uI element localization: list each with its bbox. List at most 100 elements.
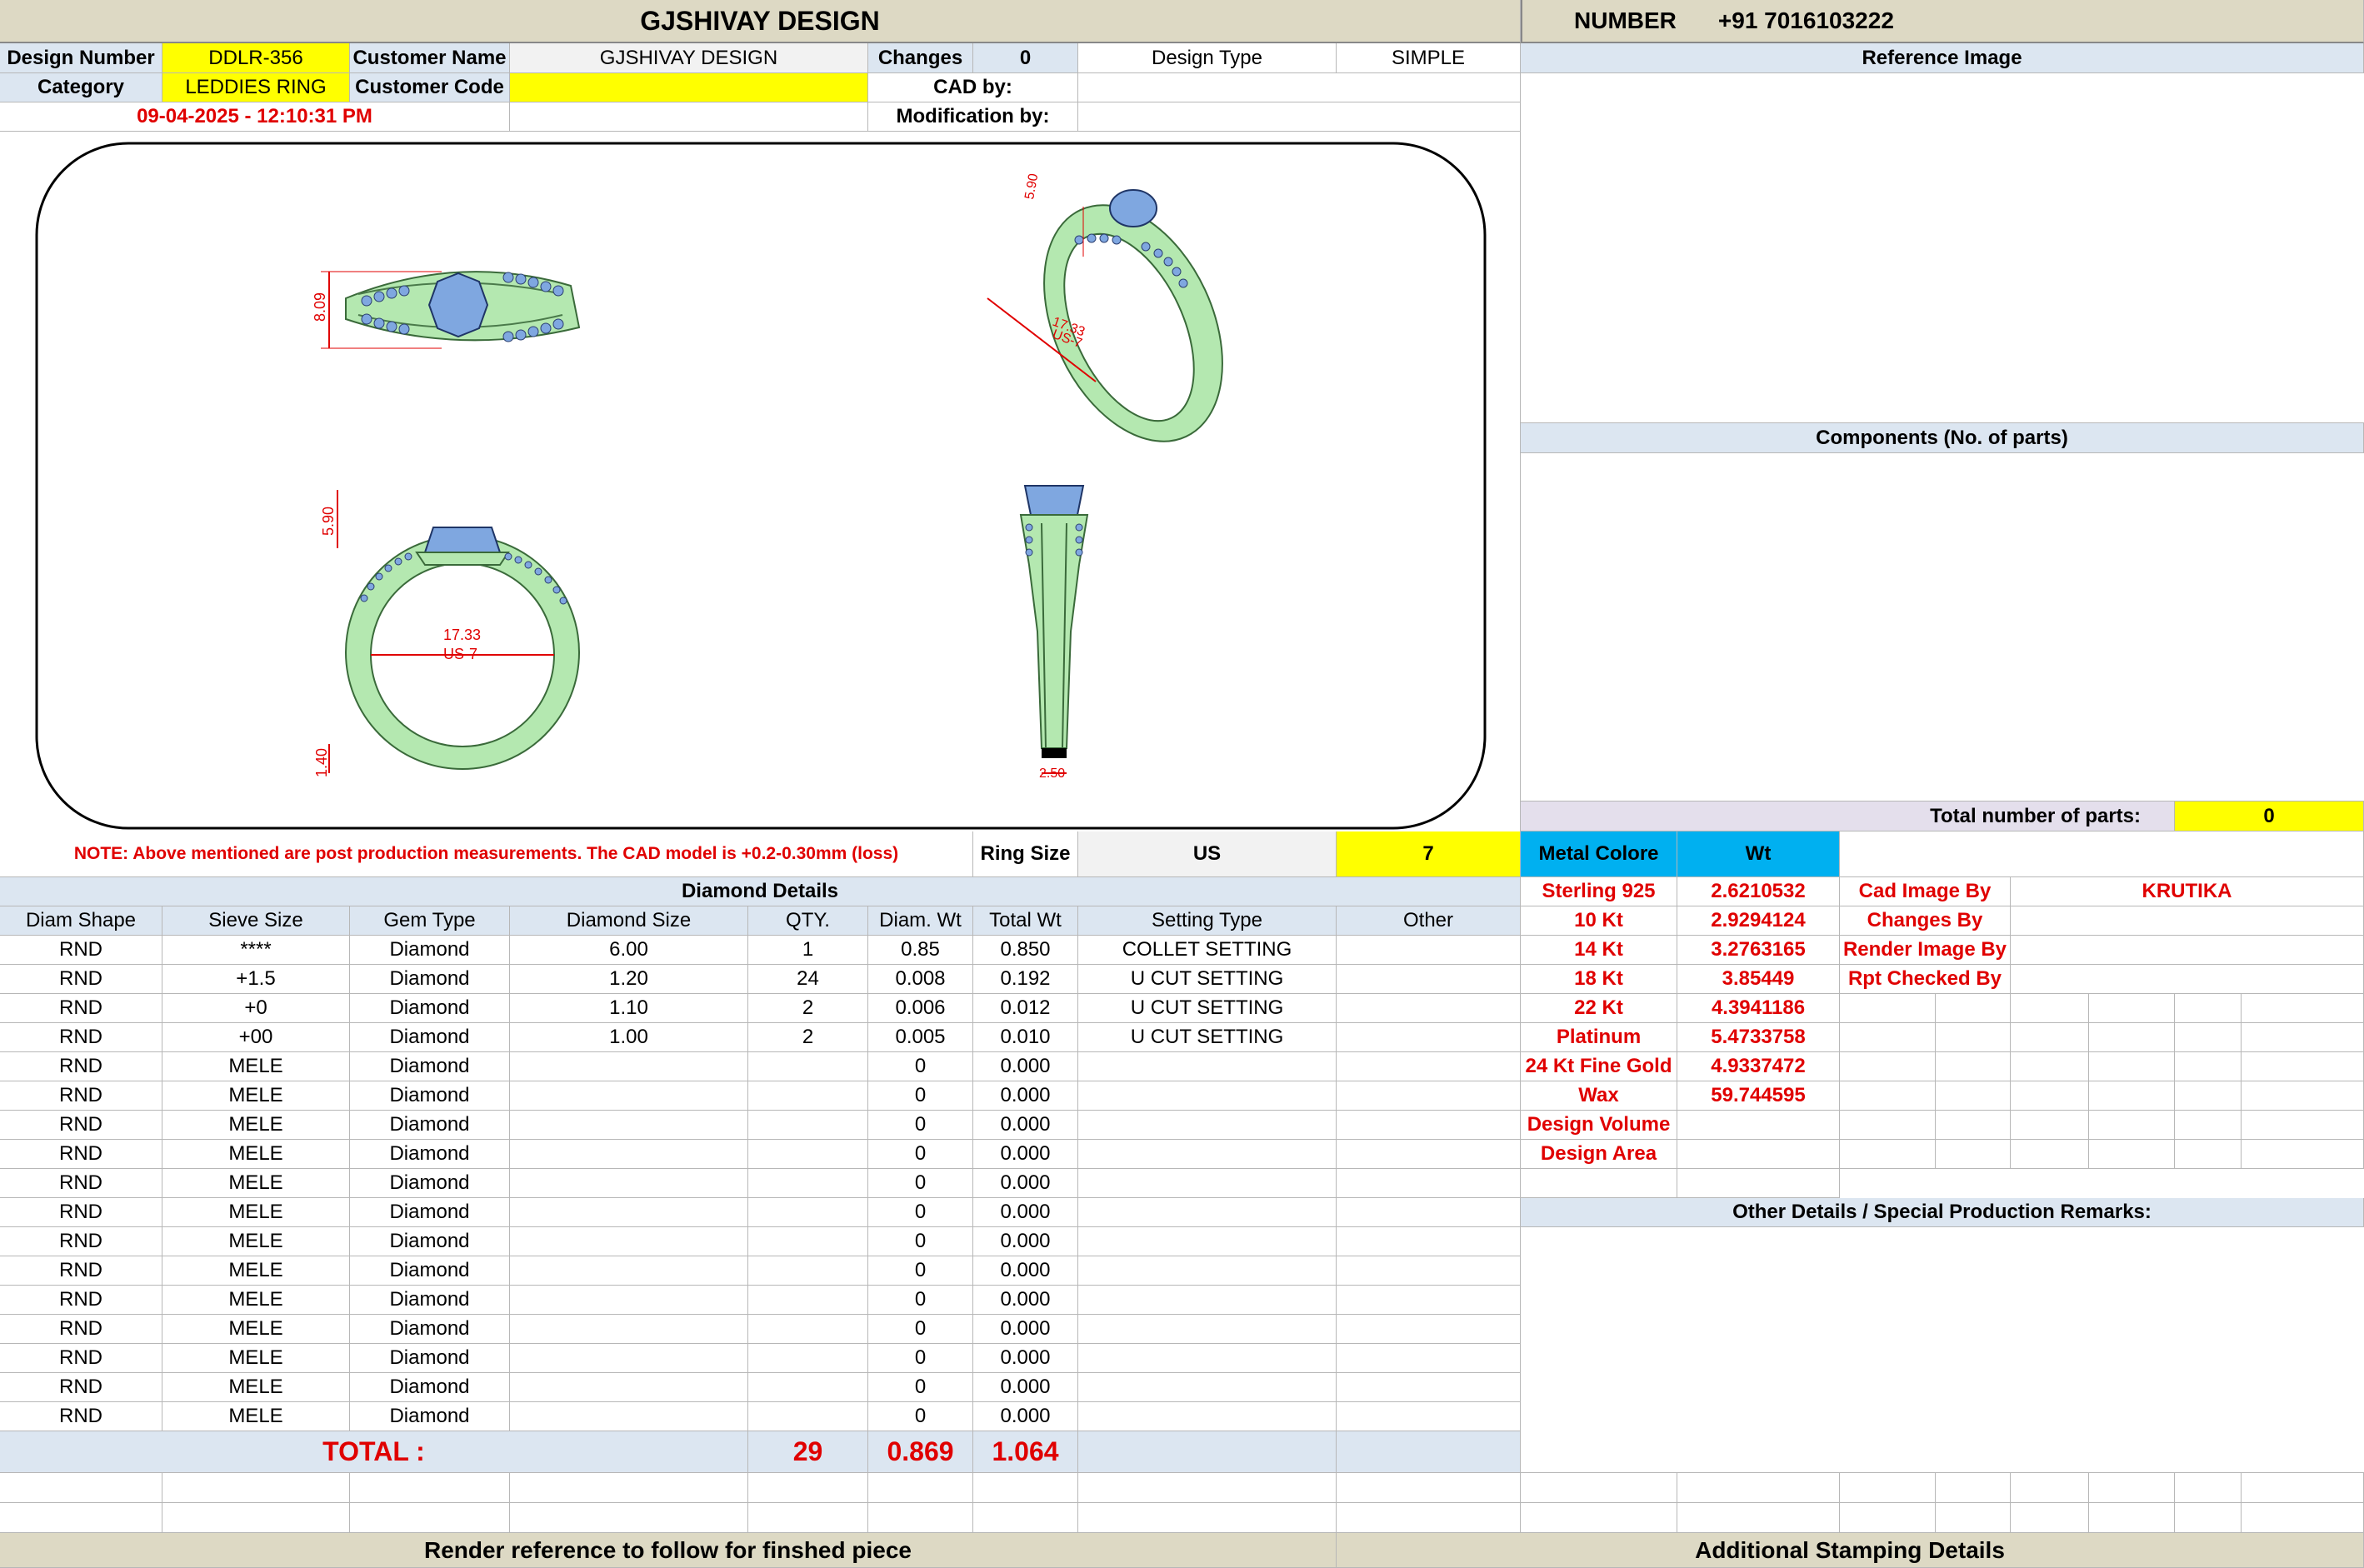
- cell-other[interactable]: [1337, 965, 1521, 994]
- cell-diam-shape[interactable]: RND: [0, 1081, 162, 1111]
- cell-diamond-size[interactable]: [510, 1286, 748, 1315]
- cell-setting-type[interactable]: [1078, 1373, 1337, 1402]
- cell-qty[interactable]: [748, 1052, 868, 1081]
- cell-sieve-size[interactable]: MELE: [162, 1315, 350, 1344]
- cell-diamond-size[interactable]: [510, 1315, 748, 1344]
- cell-diamond-size[interactable]: [510, 1169, 748, 1198]
- cell-gem-type[interactable]: Diamond: [350, 1198, 510, 1227]
- cell-qty[interactable]: [748, 1140, 868, 1169]
- cell-setting-type[interactable]: U CUT SETTING: [1078, 994, 1337, 1023]
- cell-setting-type[interactable]: [1078, 1198, 1337, 1227]
- cell-qty[interactable]: [748, 1286, 868, 1315]
- cell-sieve-size[interactable]: MELE: [162, 1169, 350, 1198]
- cell-other[interactable]: [1337, 1315, 1521, 1344]
- cell-diamond-size[interactable]: 6.00: [510, 936, 748, 965]
- cell-gem-type[interactable]: Diamond: [350, 1373, 510, 1402]
- cell-diam-shape[interactable]: RND: [0, 1402, 162, 1431]
- cell-setting-type[interactable]: [1078, 1140, 1337, 1169]
- cell-diamond-size[interactable]: [510, 1052, 748, 1081]
- cell-gem-type[interactable]: Diamond: [350, 1023, 510, 1052]
- cell-gem-type[interactable]: Diamond: [350, 1286, 510, 1315]
- cell-qty[interactable]: 2: [748, 1023, 868, 1052]
- cell-total-wt[interactable]: 0.000: [973, 1227, 1078, 1256]
- cell-sieve-size[interactable]: MELE: [162, 1081, 350, 1111]
- cell-other[interactable]: [1337, 936, 1521, 965]
- cell-qty[interactable]: [748, 1344, 868, 1373]
- cell-diam-shape[interactable]: RND: [0, 1023, 162, 1052]
- cell-setting-type[interactable]: [1078, 1256, 1337, 1286]
- cell-qty[interactable]: 24: [748, 965, 868, 994]
- cell-sieve-size[interactable]: MELE: [162, 1286, 350, 1315]
- cell-sieve-size[interactable]: +1.5: [162, 965, 350, 994]
- cell-setting-type[interactable]: [1078, 1111, 1337, 1140]
- cell-diam-shape[interactable]: RND: [0, 1315, 162, 1344]
- cell-diam-shape[interactable]: RND: [0, 1140, 162, 1169]
- cell-gem-type[interactable]: Diamond: [350, 965, 510, 994]
- cell-qty[interactable]: [748, 1402, 868, 1431]
- customer-name-value[interactable]: GJSHIVAY DESIGN: [510, 43, 868, 73]
- cell-gem-type[interactable]: Diamond: [350, 1111, 510, 1140]
- cell-other[interactable]: [1337, 1111, 1521, 1140]
- cell-diam-shape[interactable]: RND: [0, 1227, 162, 1256]
- cell-qty[interactable]: [748, 1373, 868, 1402]
- cell-total-wt[interactable]: 0.000: [973, 1052, 1078, 1081]
- cell-total-wt[interactable]: 0.000: [973, 1256, 1078, 1286]
- cell-setting-type[interactable]: [1078, 1315, 1337, 1344]
- cell-sieve-size[interactable]: MELE: [162, 1052, 350, 1081]
- cell-total-wt[interactable]: 0.012: [973, 994, 1078, 1023]
- cell-qty[interactable]: [748, 1081, 868, 1111]
- cell-sieve-size[interactable]: MELE: [162, 1402, 350, 1431]
- cell-diamond-size[interactable]: [510, 1198, 748, 1227]
- cell-qty[interactable]: [748, 1256, 868, 1286]
- cell-diamond-size[interactable]: [510, 1227, 748, 1256]
- cell-qty[interactable]: [748, 1315, 868, 1344]
- cell-setting-type[interactable]: [1078, 1081, 1337, 1111]
- cell-gem-type[interactable]: Diamond: [350, 1081, 510, 1111]
- cad-by-value[interactable]: [1078, 73, 1521, 102]
- cell-gem-type[interactable]: Diamond: [350, 1344, 510, 1373]
- changes-value[interactable]: 0: [973, 43, 1078, 73]
- cell-setting-type[interactable]: COLLET SETTING: [1078, 936, 1337, 965]
- cell-sieve-size[interactable]: MELE: [162, 1256, 350, 1286]
- cell-setting-type[interactable]: [1078, 1052, 1337, 1081]
- cell-diam-wt[interactable]: 0: [868, 1081, 973, 1111]
- cell-diam-shape[interactable]: RND: [0, 1344, 162, 1373]
- cell-total-wt[interactable]: 0.000: [973, 1373, 1078, 1402]
- cell-diam-wt[interactable]: 0: [868, 1344, 973, 1373]
- cell-diamond-size[interactable]: [510, 1140, 748, 1169]
- cell-setting-type[interactable]: [1078, 1402, 1337, 1431]
- cell-sieve-size[interactable]: MELE: [162, 1373, 350, 1402]
- cell-other[interactable]: [1337, 1169, 1521, 1198]
- cell-qty[interactable]: [748, 1169, 868, 1198]
- cell-diam-wt[interactable]: 0: [868, 1256, 973, 1286]
- design-type-value[interactable]: SIMPLE: [1337, 43, 1521, 73]
- modification-by-value[interactable]: [1078, 102, 1521, 132]
- cell-diam-shape[interactable]: RND: [0, 1052, 162, 1081]
- ring-size-value[interactable]: 7: [1337, 831, 1521, 877]
- cell-total-wt[interactable]: 0.000: [973, 1111, 1078, 1140]
- cell-diam-wt[interactable]: 0.85: [868, 936, 973, 965]
- cell-total-wt[interactable]: 0.000: [973, 1286, 1078, 1315]
- cell-total-wt[interactable]: 0.000: [973, 1081, 1078, 1111]
- cell-setting-type[interactable]: [1078, 1227, 1337, 1256]
- cell-diam-shape[interactable]: RND: [0, 965, 162, 994]
- cell-other[interactable]: [1337, 1023, 1521, 1052]
- cell-diam-wt[interactable]: 0: [868, 1373, 973, 1402]
- cell-total-wt[interactable]: 0.000: [973, 1402, 1078, 1431]
- cell-other[interactable]: [1337, 1256, 1521, 1286]
- cell-diam-shape[interactable]: RND: [0, 1373, 162, 1402]
- cell-total-wt[interactable]: 0.000: [973, 1198, 1078, 1227]
- cell-total-wt[interactable]: 0.000: [973, 1140, 1078, 1169]
- cell-gem-type[interactable]: Diamond: [350, 1315, 510, 1344]
- cell-setting-type[interactable]: [1078, 1344, 1337, 1373]
- cell-setting-type[interactable]: [1078, 1286, 1337, 1315]
- cell-diam-shape[interactable]: RND: [0, 1169, 162, 1198]
- cell-gem-type[interactable]: Diamond: [350, 1402, 510, 1431]
- cell-diam-wt[interactable]: 0: [868, 1052, 973, 1081]
- cell-setting-type[interactable]: U CUT SETTING: [1078, 965, 1337, 994]
- cell-diam-wt[interactable]: 0.006: [868, 994, 973, 1023]
- cell-diamond-size[interactable]: [510, 1402, 748, 1431]
- cell-other[interactable]: [1337, 1227, 1521, 1256]
- design-number-value[interactable]: DDLR-356: [162, 43, 350, 73]
- customer-code-value[interactable]: [510, 73, 868, 102]
